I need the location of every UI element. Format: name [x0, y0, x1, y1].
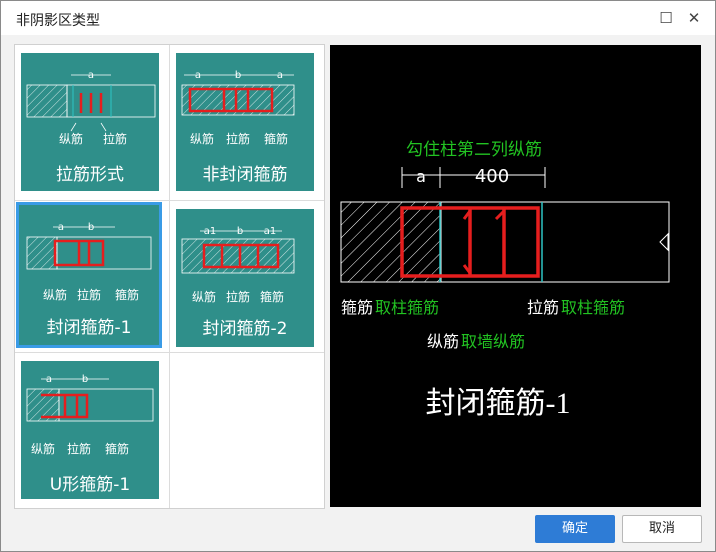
cancel-button[interactable]: 取消: [622, 515, 702, 543]
thumbnail-image: a b a 纵筋 拉筋 箍筋 非封闭箍筋: [176, 53, 314, 191]
dim-label: b: [237, 226, 243, 237]
note-label: 纵筋: [192, 289, 216, 304]
thumbnail-tie-form[interactable]: a 纵筋 拉筋 拉筋形式: [15, 45, 163, 195]
note-label: 箍筋: [260, 289, 284, 304]
dim-value-label: 400: [475, 166, 509, 187]
top-note: 勾住柱第二列纵筋: [406, 140, 542, 160]
preview-panel: 勾住柱第二列纵筋 a 400 箍筋 取柱箍筋 拉筋 取柱箍筋 纵筋 取墙纵筋 封…: [330, 45, 701, 507]
thumbnail-label: U形箍筋-1: [49, 475, 131, 495]
preview-title: 封闭箍筋-1: [426, 387, 571, 420]
stirrup-label: 箍筋: [341, 298, 373, 317]
thumbnail-label: 非封闭箍筋: [202, 165, 288, 185]
note-label: 拉筋: [226, 131, 250, 146]
note-label: 纵筋: [43, 287, 67, 302]
dim-label: b: [88, 222, 94, 233]
dim-label: a: [195, 70, 201, 81]
note-label: 箍筋: [264, 131, 288, 146]
dim-label: a1: [204, 226, 217, 237]
stirrup-value: 取柱箍筋: [375, 298, 439, 317]
thumbnail-label: 拉筋形式: [56, 165, 124, 185]
type-gallery: a 纵筋 拉筋 拉筋形式 a b a 纵筋 拉筋 箍筋 非封闭箍筋 a b 纵筋…: [14, 44, 325, 509]
dim-label: a: [88, 70, 94, 81]
note-label: 拉筋: [67, 441, 91, 456]
dim-label: a1: [264, 226, 277, 237]
thumbnail-open-stirrup[interactable]: a b a 纵筋 拉筋 箍筋 非封闭箍筋: [170, 45, 318, 195]
dim-label: a: [58, 222, 64, 233]
note-label: 纵筋: [31, 441, 55, 456]
close-icon[interactable]: ✕: [685, 9, 703, 27]
dialog-window: 非阴影区类型 ☐ ✕ a 纵筋 拉筋 拉筋形式 a b a 纵筋 拉筋 箍筋 非…: [0, 0, 716, 552]
long-value: 取墙纵筋: [461, 332, 525, 351]
note-label: 箍筋: [115, 287, 139, 302]
title-bar: 非阴影区类型 ☐ ✕: [1, 1, 715, 35]
thumbnail-closed-stirrup-1[interactable]: a b 纵筋 拉筋 箍筋 封闭箍筋-1: [15, 201, 163, 351]
dialog-title: 非阴影区类型: [16, 13, 100, 29]
dim-label: b: [235, 70, 241, 81]
thumbnail-image: a 纵筋 拉筋 拉筋形式: [21, 53, 159, 191]
thumbnail-closed-stirrup-2[interactable]: a1 b a1 纵筋 拉筋 箍筋 封闭箍筋-2: [170, 201, 318, 351]
thumbnail-image: a1 b a1 纵筋 拉筋 箍筋 封闭箍筋-2: [176, 209, 314, 347]
note-label: 拉筋: [103, 131, 127, 146]
dim-label: a: [277, 70, 283, 81]
note-label: 纵筋: [190, 131, 214, 146]
note-label: 拉筋: [226, 289, 250, 304]
thumbnail-label: 封闭箍筋-2: [202, 319, 288, 339]
thumbnail-image: a b 纵筋 拉筋 箍筋 封闭箍筋-1: [16, 202, 162, 348]
ok-button[interactable]: 确定: [535, 515, 615, 543]
dim-label: b: [82, 374, 88, 385]
dim-label: a: [46, 374, 52, 385]
preview-diagram: 勾住柱第二列纵筋 a 400 箍筋 取柱箍筋 拉筋 取柱箍筋 纵筋 取墙纵筋 封…: [340, 140, 670, 420]
note-label: 纵筋: [59, 131, 83, 146]
note-label: 拉筋: [77, 287, 101, 302]
tie-value: 取柱箍筋: [561, 298, 625, 317]
long-label: 纵筋: [427, 332, 459, 351]
maximize-icon[interactable]: ☐: [657, 9, 675, 27]
thumbnail-label: 封闭箍筋-1: [46, 318, 132, 338]
thumbnail-image: a b 纵筋 拉筋 箍筋 U形箍筋-1: [21, 361, 159, 499]
dim-a-label: a: [416, 167, 426, 186]
tie-label: 拉筋: [527, 298, 559, 317]
note-label: 箍筋: [105, 441, 129, 456]
thumbnail-u-stirrup-1[interactable]: a b 纵筋 拉筋 箍筋 U形箍筋-1: [15, 353, 163, 503]
